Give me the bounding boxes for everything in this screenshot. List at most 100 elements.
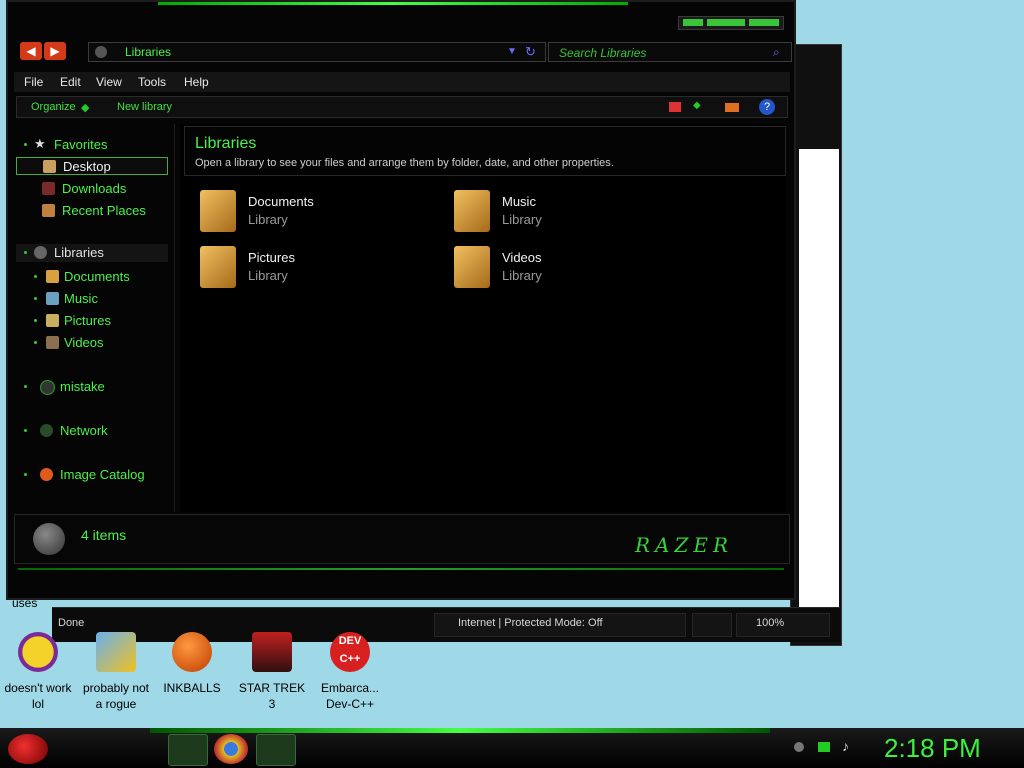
- preview-pane-icon[interactable]: [725, 103, 739, 112]
- address-text: Libraries: [125, 45, 172, 59]
- address-bar[interactable]: Libraries ▼ ↻: [88, 42, 546, 62]
- start-button-angry-bird-icon[interactable]: [8, 734, 48, 764]
- item-count: 4 items: [81, 527, 127, 543]
- expand-icon[interactable]: [24, 385, 27, 388]
- minimize-button[interactable]: [683, 19, 703, 26]
- desktop-icon-rogue[interactable]: probably not a rogue: [78, 632, 154, 712]
- recent-places-icon: [42, 204, 55, 217]
- nav-music[interactable]: Music: [14, 290, 170, 308]
- videos-folder-icon: [454, 246, 490, 288]
- taskbar-explorer-icon[interactable]: [168, 734, 208, 766]
- desktop-icon-startrek[interactable]: STAR TREK 3: [234, 632, 310, 712]
- clock[interactable]: 2:18 PM: [884, 733, 981, 764]
- ie-status-text: Done: [58, 617, 85, 629]
- status-glow: [18, 568, 784, 570]
- expand-icon[interactable]: [24, 143, 27, 146]
- library-videos[interactable]: Videos Library: [454, 244, 694, 290]
- refresh-icon[interactable]: ↻: [525, 44, 536, 60]
- nav-network[interactable]: Network: [14, 422, 170, 440]
- back-button[interactable]: ◀: [20, 42, 42, 60]
- documents-folder-icon: [200, 190, 236, 232]
- tray-arrow-icon[interactable]: [794, 742, 804, 752]
- nav-recent-places[interactable]: Recent Places: [14, 202, 170, 220]
- nav-mistake[interactable]: mistake: [14, 378, 170, 396]
- ie-window: [790, 44, 842, 646]
- nav-favorites[interactable]: ★ Favorites: [14, 136, 170, 154]
- libraries-orb-icon: [33, 523, 65, 555]
- homegroup-icon: [40, 380, 55, 395]
- taskbar-ie-icon[interactable]: [256, 734, 296, 766]
- expand-icon[interactable]: [34, 297, 37, 300]
- star-icon: ★: [34, 136, 46, 151]
- menu-bar: File Edit View Tools Help: [14, 72, 790, 92]
- forward-button[interactable]: ▶: [44, 42, 66, 60]
- pictures-icon: [46, 314, 59, 327]
- desktop-icon: [43, 160, 56, 173]
- music-folder-icon: [454, 190, 490, 232]
- downloads-icon: [42, 182, 55, 195]
- navigation-pane: ★ Favorites Desktop Downloads Recent Pla…: [14, 124, 175, 512]
- ie-security-icon[interactable]: [692, 613, 732, 637]
- desktop-icon-yahoo[interactable]: doesn't work lol: [0, 632, 76, 712]
- ie-zone-text: Internet | Protected Mode: Off: [458, 617, 603, 629]
- menu-help[interactable]: Help: [184, 75, 209, 89]
- expand-icon[interactable]: [34, 341, 37, 344]
- page-title: Libraries: [195, 135, 257, 152]
- settings-gears-icon: [96, 632, 136, 672]
- new-library-button[interactable]: New library: [117, 101, 172, 113]
- nav-libraries[interactable]: Libraries: [16, 244, 168, 262]
- star-wars-game-icon: [252, 632, 292, 672]
- search-icon[interactable]: ⌕: [773, 45, 780, 60]
- content-pane: Libraries Open a library to see your fil…: [180, 124, 786, 512]
- nav-pictures[interactable]: Pictures: [14, 312, 170, 330]
- nav-image-catalog[interactable]: Image Catalog: [14, 466, 170, 484]
- nav-documents[interactable]: Documents: [14, 268, 170, 286]
- ie-zoom-text: 100%: [756, 617, 785, 629]
- library-music[interactable]: Music Library: [454, 188, 694, 234]
- search-box: ⌕: [548, 42, 792, 62]
- expand-icon[interactable]: [34, 319, 37, 322]
- yahoo-messenger-icon: [18, 632, 58, 672]
- expand-icon[interactable]: [24, 251, 27, 254]
- network-icon: [40, 424, 53, 437]
- libraries-icon: [34, 246, 47, 259]
- desktop-icon-inkballs[interactable]: INKBALLS: [154, 632, 230, 696]
- volume-icon[interactable]: ♪: [842, 738, 849, 754]
- nav-videos[interactable]: Videos: [14, 334, 170, 352]
- menu-tools[interactable]: Tools: [138, 75, 166, 89]
- window-controls: [678, 16, 784, 30]
- taskbar-chrome-icon[interactable]: [214, 734, 248, 764]
- maximize-button[interactable]: [707, 19, 745, 26]
- menu-view[interactable]: View: [96, 75, 122, 89]
- pictures-folder-icon: [200, 246, 236, 288]
- nav-downloads[interactable]: Downloads: [14, 180, 170, 198]
- library-pictures[interactable]: Pictures Library: [200, 244, 440, 290]
- explorer-window: ◀ ▶ Libraries ▼ ↻ ⌕ File Edit View Tools…: [6, 0, 796, 600]
- expand-icon[interactable]: [34, 275, 37, 278]
- documents-icon: [46, 270, 59, 283]
- music-icon: [46, 292, 59, 305]
- details-pane: 4 items RAZER: [14, 514, 790, 564]
- organize-button[interactable]: Organize: [31, 101, 76, 113]
- expand-icon[interactable]: [24, 429, 27, 432]
- page-subtitle: Open a library to see your files and arr…: [195, 157, 614, 169]
- library-documents[interactable]: Documents Library: [200, 188, 440, 234]
- desktop-icon-devcpp[interactable]: DEV C++ Embarca... Dev-C++: [312, 632, 388, 712]
- library-icon: [95, 46, 107, 58]
- menu-edit[interactable]: Edit: [60, 75, 81, 89]
- close-button[interactable]: [749, 19, 779, 26]
- razer-logo: RAZER: [635, 533, 734, 557]
- dropdown-dot-icon: ◆: [81, 102, 90, 114]
- network-tray-icon[interactable]: [818, 742, 830, 752]
- search-input[interactable]: [557, 44, 771, 62]
- taskbar: ♪ 2:18 PM: [0, 728, 1024, 768]
- image-catalog-icon: [40, 468, 53, 481]
- nav-desktop[interactable]: Desktop: [16, 157, 168, 175]
- view-dropdown-icon[interactable]: ◆: [693, 100, 701, 111]
- menu-file[interactable]: File: [24, 75, 43, 89]
- help-icon[interactable]: ?: [759, 99, 775, 115]
- library-header: Libraries Open a library to see your fil…: [184, 126, 786, 176]
- chevron-down-icon[interactable]: ▼: [507, 46, 517, 57]
- view-options-icon[interactable]: [669, 102, 681, 112]
- expand-icon[interactable]: [24, 473, 27, 476]
